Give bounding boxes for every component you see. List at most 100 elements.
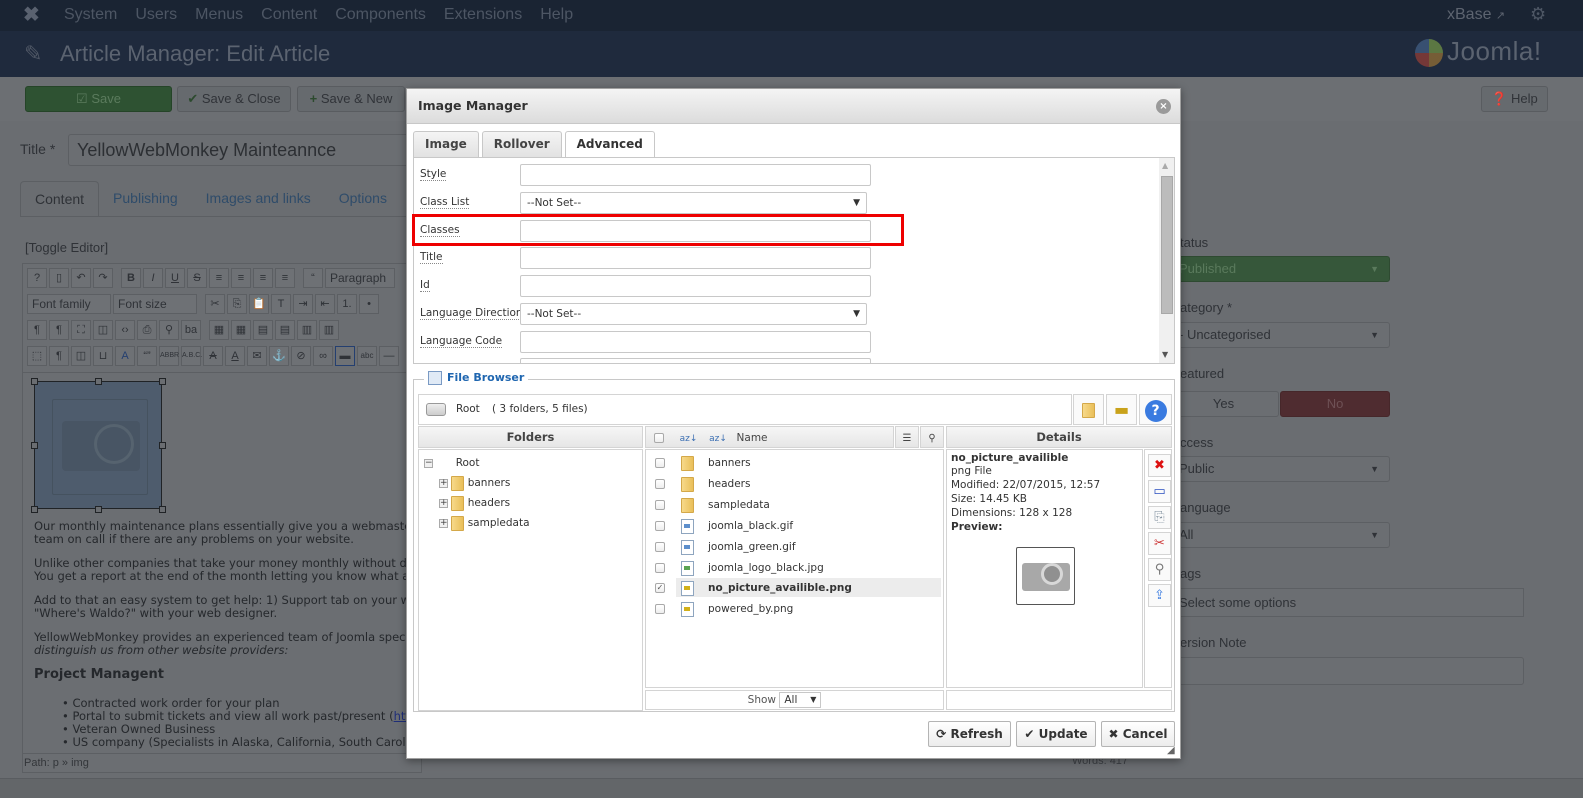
delete-button[interactable]: ✖	[1148, 454, 1171, 477]
link-icon[interactable]: ∞	[313, 346, 333, 366]
tree-root[interactable]: − Root	[424, 455, 479, 471]
paste-text-icon[interactable]: T	[271, 294, 291, 314]
row-after-icon[interactable]: ▤	[275, 320, 295, 340]
blockquote-icon[interactable]: “	[303, 268, 323, 288]
save-button[interactable]: ☑ Save	[25, 86, 172, 112]
outdent-icon[interactable]: ⇤	[315, 294, 335, 314]
show-blocks-icon[interactable]: ¶	[49, 346, 69, 366]
title-attr-input[interactable]	[520, 247, 871, 269]
menu-system[interactable]: System	[64, 0, 117, 31]
print-icon[interactable]: ⎙	[137, 320, 157, 340]
fullscreen-icon[interactable]: ⛶	[71, 320, 91, 340]
tab-advanced[interactable]: Advanced	[564, 131, 655, 158]
item-checkbox[interactable]	[655, 542, 665, 552]
cite-icon[interactable]: “”	[137, 346, 157, 366]
tree-folder[interactable]: + headers	[439, 495, 510, 511]
cut-button[interactable]: ✂	[1148, 532, 1171, 555]
visual-aid-icon[interactable]: ⬚	[27, 346, 47, 366]
file-item[interactable]: banners	[655, 455, 751, 471]
format-select[interactable]: Paragraph	[325, 268, 395, 288]
col-before-icon[interactable]: ▥	[297, 320, 317, 340]
save-new-button[interactable]: + Save & New	[297, 86, 405, 112]
scroll-up-icon[interactable]: ▲	[1162, 161, 1168, 170]
status-select[interactable]: Published ▼	[1168, 256, 1390, 282]
resize-handle[interactable]	[31, 378, 38, 385]
featured-yes-button[interactable]: Yes	[1168, 391, 1279, 417]
upload-button[interactable]: ▬	[1106, 394, 1137, 425]
indent-icon[interactable]: ⇥	[293, 294, 313, 314]
tab-publishing[interactable]: Publishing	[99, 181, 192, 217]
menu-users[interactable]: Users	[135, 0, 177, 31]
hr-icon[interactable]: —	[379, 346, 399, 366]
featured-no-button[interactable]: No	[1280, 391, 1390, 417]
menu-help[interactable]: Help	[540, 0, 573, 31]
help-button[interactable]: ❓ Help	[1481, 86, 1548, 112]
view-button[interactable]: ⚲	[1148, 558, 1171, 581]
tab-rollover[interactable]: Rollover	[481, 131, 562, 157]
table-icon[interactable]: ▦	[209, 320, 229, 340]
list-view-button[interactable]: ☰	[895, 426, 919, 448]
file-item[interactable]: joomla_green.gif	[655, 539, 796, 555]
scrollbar-thumb[interactable]	[1161, 176, 1173, 314]
tab-image[interactable]: Image	[413, 131, 479, 157]
resize-handle[interactable]	[31, 442, 38, 449]
ltr-icon[interactable]: ¶	[27, 320, 47, 340]
italic-icon[interactable]: I	[143, 268, 163, 288]
item-checkbox-checked[interactable]: ✓	[655, 583, 665, 593]
next-field-input[interactable]	[520, 358, 871, 363]
item-checkbox[interactable]	[655, 604, 665, 614]
delete-table-icon[interactable]: ▦	[231, 320, 251, 340]
bold-icon[interactable]: B	[121, 268, 141, 288]
row-before-icon[interactable]: ▤	[253, 320, 273, 340]
tab-images-links[interactable]: Images and links	[192, 181, 325, 217]
ins-icon[interactable]: A	[225, 346, 245, 366]
resize-handle[interactable]	[95, 378, 102, 385]
col-after-icon[interactable]: ▥	[319, 320, 339, 340]
align-right-icon[interactable]: ≡	[275, 268, 295, 288]
unordered-list-icon[interactable]: •	[359, 294, 379, 314]
toggle-editor-link[interactable]: [Toggle Editor]	[25, 240, 108, 255]
find-icon[interactable]: ⚲	[159, 320, 179, 340]
collapse-icon[interactable]: −	[424, 458, 433, 468]
item-checkbox[interactable]	[655, 521, 665, 531]
item-checkbox[interactable]	[655, 458, 665, 468]
version-note-input[interactable]	[1168, 657, 1524, 685]
menu-content[interactable]: Content	[261, 0, 317, 31]
expand-icon[interactable]: +	[439, 498, 448, 508]
insert-button[interactable]: ⇪	[1148, 584, 1171, 607]
redo-icon[interactable]: ↷	[93, 268, 113, 288]
menu-extensions[interactable]: Extensions	[444, 0, 522, 31]
undo-icon[interactable]: ↶	[71, 268, 91, 288]
strikethrough-icon[interactable]: S	[187, 268, 207, 288]
help-icon[interactable]: ?	[27, 268, 47, 288]
language-select[interactable]: All ▼	[1168, 522, 1390, 548]
preview-icon[interactable]: ◫	[93, 320, 113, 340]
code-icon[interactable]: ‹›	[115, 320, 135, 340]
resize-handle[interactable]	[159, 442, 166, 449]
replace-icon[interactable]: ba	[181, 320, 201, 340]
ordered-list-icon[interactable]: 1.	[337, 294, 357, 314]
title-input[interactable]: YellowWebMonkey Mainteannce	[68, 134, 413, 166]
path-root[interactable]: Root	[456, 395, 480, 424]
align-center-icon[interactable]: ≡	[231, 268, 251, 288]
language-code-input[interactable]	[520, 331, 871, 353]
select-all-checkbox[interactable]	[654, 432, 664, 443]
abbr-icon[interactable]: ABBR	[159, 346, 179, 366]
tags-input[interactable]: Select some options	[1168, 588, 1524, 617]
expand-icon[interactable]: +	[439, 478, 448, 488]
gear-icon[interactable]: ⚙	[1530, 4, 1546, 25]
search-button[interactable]: ⚲	[920, 426, 944, 448]
item-checkbox[interactable]	[655, 500, 665, 510]
template-icon[interactable]: ◫	[71, 346, 91, 366]
tree-folder[interactable]: + sampledata	[439, 515, 530, 531]
del-icon[interactable]: A	[203, 346, 223, 366]
access-select[interactable]: Public ▼	[1168, 456, 1390, 482]
show-select[interactable]: All ▼	[779, 692, 822, 708]
style-icon[interactable]: A	[115, 346, 135, 366]
font-size-select[interactable]: Font size	[113, 294, 197, 314]
menu-menus[interactable]: Menus	[195, 0, 243, 31]
selected-image[interactable]	[31, 378, 166, 513]
joomla-logo-icon[interactable]: ✖	[23, 5, 43, 25]
resize-handle[interactable]	[159, 378, 166, 385]
style-input[interactable]	[520, 164, 871, 186]
